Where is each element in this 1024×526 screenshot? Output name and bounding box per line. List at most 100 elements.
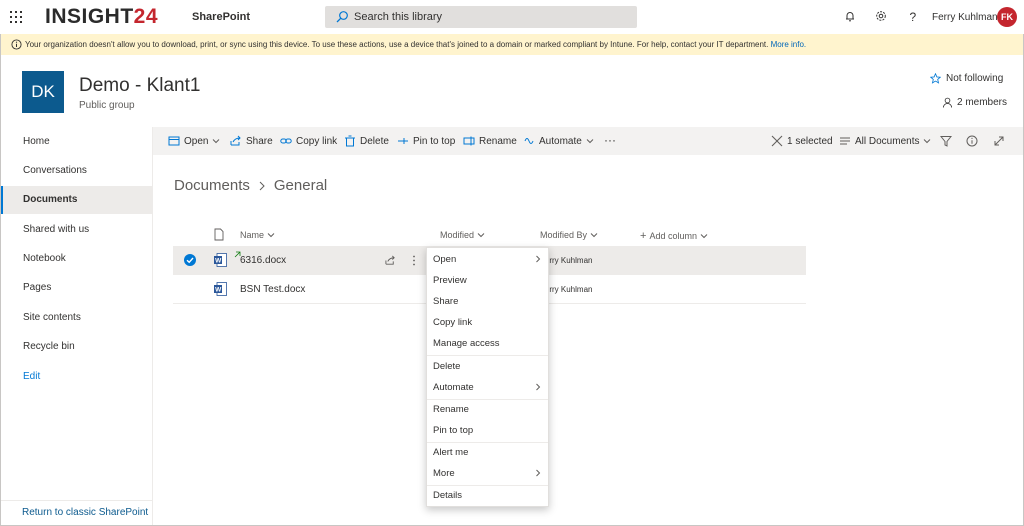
menu-item-copy-link[interactable]: Copy link xyxy=(427,312,548,333)
follow-label: Not following xyxy=(946,73,1004,84)
column-header-modified-by[interactable]: Modified By xyxy=(540,230,598,240)
chevron-down-icon xyxy=(590,233,598,238)
trash-icon xyxy=(345,135,355,147)
left-navigation: Home Conversations Documents Shared with… xyxy=(1,127,153,525)
menu-item-pin-to-top[interactable]: Pin to top xyxy=(427,420,548,441)
suite-bar: INSIGHT24 SharePoint Search this library… xyxy=(0,0,1024,34)
pin-to-top-button[interactable]: Pin to top xyxy=(397,135,455,147)
nav-edit-link[interactable]: Edit xyxy=(1,363,152,391)
file-name-link[interactable]: 6316.docx xyxy=(240,255,286,266)
more-vertical-icon[interactable] xyxy=(412,255,416,266)
nav-item-home[interactable]: Home xyxy=(1,128,152,156)
members-button[interactable]: 2 members xyxy=(942,97,1007,108)
menu-item-open[interactable]: Open xyxy=(427,249,548,270)
help-icon[interactable]: ? xyxy=(906,9,920,23)
warning-bar: Your organization doesn't allow you to d… xyxy=(1,34,1023,55)
chevron-right-icon xyxy=(259,181,265,190)
site-subtitle: Public group xyxy=(79,100,135,111)
warning-text: Your organization doesn't allow you to d… xyxy=(25,40,807,49)
word-doc-icon: W xyxy=(214,253,227,267)
bell-icon[interactable] xyxy=(843,9,857,23)
command-bar: Open Share Copy link Delete Pin to top R… xyxy=(153,127,1023,155)
more-info-link[interactable]: More info. xyxy=(771,40,807,49)
close-icon xyxy=(771,135,783,147)
avatar[interactable]: FK xyxy=(997,7,1017,27)
list-header: Name Modified Modified By + Add column xyxy=(173,224,806,246)
menu-item-more[interactable]: More xyxy=(427,463,548,484)
menu-item-automate[interactable]: Automate xyxy=(427,377,548,398)
share-button[interactable]: Share xyxy=(230,135,273,147)
svg-text:W: W xyxy=(215,287,222,294)
star-icon xyxy=(930,73,941,84)
expand-icon[interactable] xyxy=(993,135,1005,147)
info-icon[interactable] xyxy=(966,135,978,147)
open-icon xyxy=(168,136,180,146)
automate-icon xyxy=(524,138,534,144)
chevron-right-icon xyxy=(536,383,541,391)
breadcrumb-root[interactable]: Documents xyxy=(174,177,250,194)
info-icon xyxy=(11,39,22,50)
share-icon xyxy=(230,135,241,146)
column-header-modified[interactable]: Modified xyxy=(440,230,485,240)
breadcrumb-current: General xyxy=(273,177,328,194)
chevron-right-icon xyxy=(536,469,541,477)
menu-item-details[interactable]: Details xyxy=(427,485,548,506)
link-icon xyxy=(280,138,292,144)
copy-link-button[interactable]: Copy link xyxy=(280,135,337,147)
context-menu: Open Preview Share Copy link Manage acce… xyxy=(426,247,549,507)
site-logo[interactable]: DK xyxy=(22,71,64,113)
menu-item-share[interactable]: Share xyxy=(427,291,548,312)
app-name[interactable]: SharePoint xyxy=(192,11,250,23)
menu-item-preview[interactable]: Preview xyxy=(427,270,548,291)
site-title[interactable]: Demo - Klant1 xyxy=(79,75,200,97)
plus-icon: + xyxy=(640,230,647,242)
chevron-right-icon xyxy=(536,255,541,263)
follow-button[interactable]: Not following xyxy=(930,73,1003,84)
person-icon xyxy=(942,97,953,108)
classic-sharepoint-link[interactable]: Return to classic SharePoint xyxy=(1,500,152,525)
delete-button[interactable]: Delete xyxy=(344,135,389,147)
more-actions-button[interactable]: ··· xyxy=(604,133,616,147)
chevron-down-icon xyxy=(700,234,708,239)
column-header-name[interactable]: Name xyxy=(240,230,275,240)
nav-item-conversations[interactable]: Conversations xyxy=(1,157,152,185)
chevron-down-icon xyxy=(586,139,594,144)
search-input[interactable]: Search this library xyxy=(325,6,637,28)
user-name[interactable]: Ferry Kuhlman xyxy=(932,12,998,23)
rename-button[interactable]: Rename xyxy=(463,135,517,147)
chevron-down-icon xyxy=(477,233,485,238)
nav-item-recycle-bin[interactable]: Recycle bin xyxy=(1,333,152,361)
file-type-icon[interactable] xyxy=(214,228,224,241)
svg-text:W: W xyxy=(215,258,222,265)
clear-selection-button[interactable]: 1 selected xyxy=(771,135,833,147)
nav-item-site-contents[interactable]: Site contents xyxy=(1,304,152,332)
breadcrumb: Documents General xyxy=(174,177,327,194)
filter-icon[interactable] xyxy=(940,135,952,147)
app-launcher-icon[interactable] xyxy=(10,11,22,23)
gear-icon[interactable] xyxy=(874,9,888,23)
list-view-icon xyxy=(840,137,850,145)
nav-item-documents[interactable]: Documents xyxy=(1,186,152,214)
search-placeholder: Search this library xyxy=(354,11,443,23)
menu-item-alert-me[interactable]: Alert me xyxy=(427,442,548,463)
file-name-link[interactable]: BSN Test.docx xyxy=(240,284,305,295)
open-button[interactable]: Open xyxy=(168,135,220,147)
share-icon[interactable] xyxy=(385,255,396,266)
pin-icon xyxy=(398,138,408,144)
company-logo[interactable]: INSIGHT24 xyxy=(45,5,158,29)
menu-item-delete[interactable]: Delete xyxy=(427,356,548,377)
add-column-button[interactable]: + Add column xyxy=(640,230,708,242)
nav-item-notebook[interactable]: Notebook xyxy=(1,245,152,273)
checkmark-icon xyxy=(186,257,194,264)
chevron-down-icon xyxy=(213,139,220,144)
nav-item-pages[interactable]: Pages xyxy=(1,274,152,302)
menu-item-rename[interactable]: Rename xyxy=(427,399,548,420)
members-label: 2 members xyxy=(957,97,1008,108)
search-icon xyxy=(336,11,348,23)
automate-button[interactable]: Automate xyxy=(523,135,594,147)
nav-item-shared-with-us[interactable]: Shared with us xyxy=(1,216,152,244)
word-doc-icon: W xyxy=(214,282,227,296)
row-checkbox[interactable] xyxy=(184,254,196,266)
view-selector[interactable]: All Documents xyxy=(839,135,931,147)
menu-item-manage-access[interactable]: Manage access xyxy=(427,333,548,354)
